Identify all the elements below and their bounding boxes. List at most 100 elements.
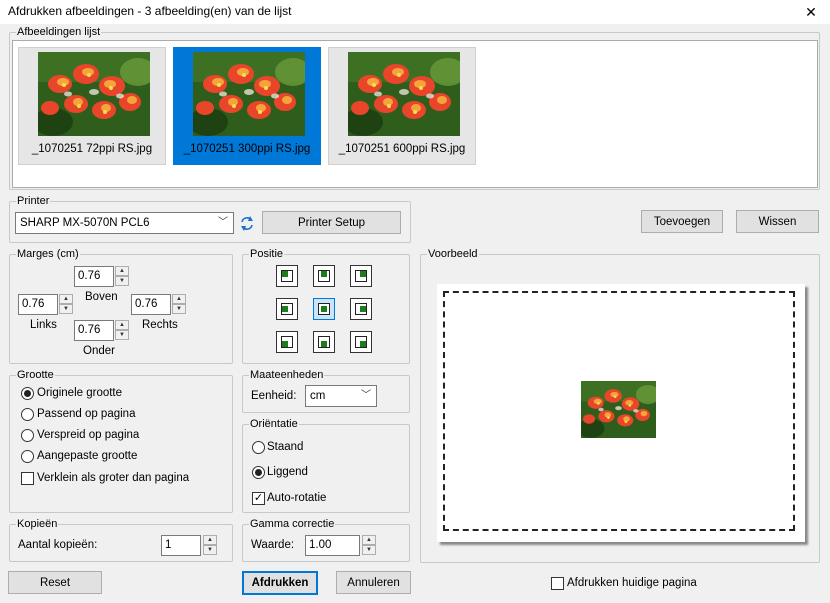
image-thumbnail xyxy=(38,52,150,136)
image-item-label: _1070251 300ppi RS.jpg xyxy=(183,143,311,155)
position-page-icon xyxy=(318,270,330,282)
units-legend: Maateenheden xyxy=(249,368,325,382)
landscape-radio[interactable] xyxy=(252,466,265,479)
copies-input[interactable]: 1 xyxy=(161,535,201,556)
size-legend: Grootte xyxy=(16,368,55,382)
position-button[interactable] xyxy=(276,298,298,320)
position-page-icon xyxy=(281,303,293,315)
position-page-icon xyxy=(281,336,293,348)
preview-legend: Voorbeeld xyxy=(427,247,479,261)
position-page-icon xyxy=(281,270,293,282)
close-icon[interactable]: ✕ xyxy=(800,2,822,22)
image-item[interactable]: _1070251 72ppi RS.jpg xyxy=(18,47,166,165)
position-button[interactable] xyxy=(350,298,372,320)
autorotate-checkbox[interactable]: ✓ xyxy=(252,492,265,505)
print-current-checkbox[interactable] xyxy=(551,577,564,590)
print-button[interactable]: Afdrukken xyxy=(242,571,318,595)
margin-right-stepper[interactable]: ▲ ▼ xyxy=(172,294,186,315)
image-item-selected[interactable]: _1070251 300ppi RS.jpg xyxy=(173,47,321,165)
printer-select[interactable]: SHARP MX-5070N PCL6 ﹀ xyxy=(15,212,234,234)
position-button[interactable] xyxy=(276,265,298,287)
shrink-label[interactable]: Verklein als groter dan pagina xyxy=(37,472,189,484)
image-item[interactable]: _1070251 600ppi RS.jpg xyxy=(328,47,476,165)
gamma-stepper[interactable]: ▲ ▼ xyxy=(362,535,376,556)
window-title: Afdrukken afbeeldingen - 3 afbeelding(en… xyxy=(8,4,292,18)
margin-top-stepper[interactable]: ▲ ▼ xyxy=(115,266,129,287)
portrait-label[interactable]: Staand xyxy=(267,441,303,453)
size-option-label[interactable]: Verspreid op pagina xyxy=(37,429,139,441)
cancel-button[interactable]: Annuleren xyxy=(336,571,411,594)
position-marker-icon xyxy=(282,306,288,312)
position-button[interactable] xyxy=(276,331,298,353)
position-marker-icon xyxy=(321,341,327,347)
image-thumbnail xyxy=(193,52,305,136)
chevron-down-icon: ﹀ xyxy=(361,390,371,401)
printer-setup-button[interactable]: Printer Setup xyxy=(262,211,401,234)
reset-button[interactable]: Reset xyxy=(8,571,102,594)
position-marker-icon xyxy=(282,271,288,277)
size-option-label[interactable]: Aangepaste grootte xyxy=(37,450,137,462)
margin-top-label: Boven xyxy=(85,291,118,303)
size-option-label[interactable]: Passend op pagina xyxy=(37,408,135,420)
print-current-label[interactable]: Afdrukken huidige pagina xyxy=(567,577,697,589)
margin-left-label: Links xyxy=(30,319,57,331)
preview-page xyxy=(437,284,805,542)
gamma-input[interactable]: 1.00 xyxy=(305,535,360,556)
position-marker-icon xyxy=(321,271,327,277)
margins-legend: Marges (cm) xyxy=(16,247,80,261)
margin-top-input[interactable]: 0.76 xyxy=(74,266,114,287)
size-option-radio[interactable] xyxy=(21,408,34,421)
margin-bottom-stepper[interactable]: ▲ ▼ xyxy=(115,320,129,341)
margin-left-input[interactable]: 0.76 xyxy=(18,294,58,315)
image-thumbnail xyxy=(348,52,460,136)
size-option-radio[interactable] xyxy=(21,387,34,400)
landscape-label[interactable]: Liggend xyxy=(267,466,308,478)
units-label: Eenheid: xyxy=(251,390,297,402)
portrait-radio[interactable] xyxy=(252,441,265,454)
gamma-legend: Gamma correctie xyxy=(249,517,336,531)
gamma-label: Waarde: xyxy=(251,539,295,551)
shrink-checkbox[interactable] xyxy=(21,472,34,485)
images-list[interactable]: _1070251 72ppi RS.jpg _1070251 300ppi RS… xyxy=(12,40,818,188)
image-item-label: _1070251 72ppi RS.jpg xyxy=(31,143,153,155)
images-list-legend: Afbeeldingen lijst xyxy=(16,25,102,39)
position-page-icon xyxy=(318,303,330,315)
size-option-radio[interactable] xyxy=(21,429,34,442)
margin-bottom-input[interactable]: 0.76 xyxy=(74,320,114,341)
position-marker-icon xyxy=(282,341,288,347)
preview-image xyxy=(581,381,656,438)
copies-stepper[interactable]: ▲ ▼ xyxy=(203,535,217,556)
size-option-label[interactable]: Originele grootte xyxy=(37,387,122,399)
position-button[interactable] xyxy=(313,265,335,287)
position-page-icon xyxy=(318,336,330,348)
units-select[interactable]: cm ﹀ xyxy=(305,385,377,407)
copies-label: Aantal kopieën: xyxy=(18,539,98,551)
image-item-label: _1070251 600ppi RS.jpg xyxy=(338,143,466,155)
position-page-icon xyxy=(355,270,367,282)
position-marker-icon xyxy=(360,306,366,312)
size-option-radio[interactable] xyxy=(21,450,34,463)
position-button[interactable] xyxy=(313,298,335,320)
position-legend: Positie xyxy=(249,247,285,261)
copies-legend: Kopieën xyxy=(16,517,59,531)
refresh-icon[interactable] xyxy=(239,214,255,232)
position-marker-icon xyxy=(360,271,366,277)
position-button[interactable] xyxy=(313,331,335,353)
chevron-down-icon: ﹀ xyxy=(218,217,228,228)
position-page-icon xyxy=(355,336,367,348)
margin-bottom-label: Onder xyxy=(83,345,115,357)
position-button[interactable] xyxy=(350,265,372,287)
margin-left-stepper[interactable]: ▲ ▼ xyxy=(59,294,73,315)
position-marker-icon xyxy=(360,341,366,347)
orientation-legend: Oriëntatie xyxy=(249,417,299,431)
printer-legend: Printer xyxy=(16,194,51,208)
add-button[interactable]: Toevoegen xyxy=(641,210,723,233)
position-button[interactable] xyxy=(350,331,372,353)
margin-right-label: Rechts xyxy=(142,319,178,331)
position-page-icon xyxy=(355,303,367,315)
printer-select-value: SHARP MX-5070N PCL6 xyxy=(20,217,150,229)
autorotate-label[interactable]: Auto-rotatie xyxy=(267,492,326,504)
margin-right-input[interactable]: 0.76 xyxy=(131,294,171,315)
units-select-value: cm xyxy=(310,390,326,402)
remove-button[interactable]: Wissen xyxy=(736,210,819,233)
